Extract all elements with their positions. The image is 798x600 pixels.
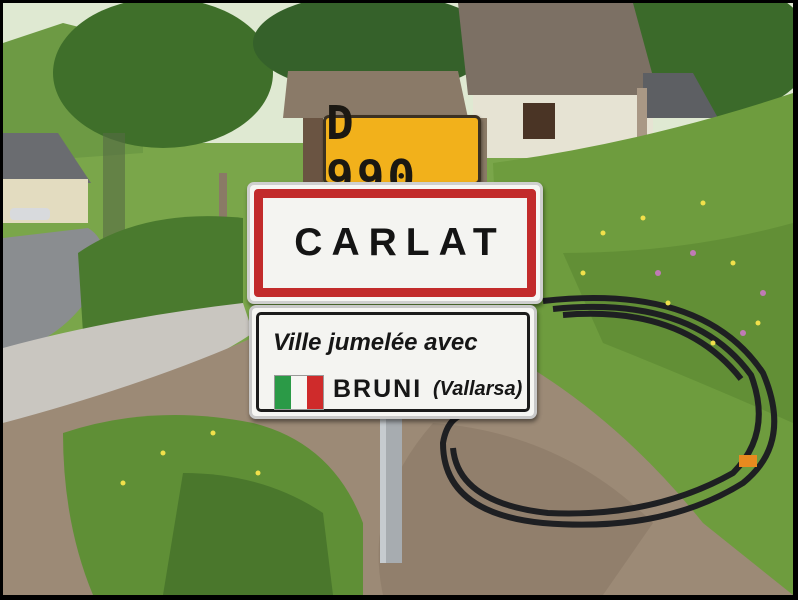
town-sign-red-border: CARLAT: [254, 189, 536, 297]
italy-flag-icon: [274, 375, 324, 410]
fence-post: [103, 133, 125, 243]
tree-canopy-left: [53, 3, 273, 148]
photo: D 990 CARLAT Ville jumelée avec BRUNI (V…: [3, 3, 793, 595]
route-number-plate: D 990: [323, 96, 481, 204]
twinning-caption: Ville jumelée avec: [273, 329, 478, 356]
twinning-sign: Ville jumelée avec BRUNI (Vallarsa): [249, 305, 537, 419]
twinning-sign-border: Ville jumelée avec BRUNI (Vallarsa): [256, 312, 530, 412]
town-name: CARLAT: [294, 221, 506, 264]
tape-marker: [739, 455, 757, 467]
photo-frame: D 990 CARLAT Ville jumelée avec BRUNI (V…: [0, 0, 798, 600]
town-entrance-sign: CARLAT: [247, 182, 543, 304]
twin-town-name: BRUNI: [333, 375, 423, 403]
twin-town-region: (Vallarsa): [433, 378, 523, 400]
